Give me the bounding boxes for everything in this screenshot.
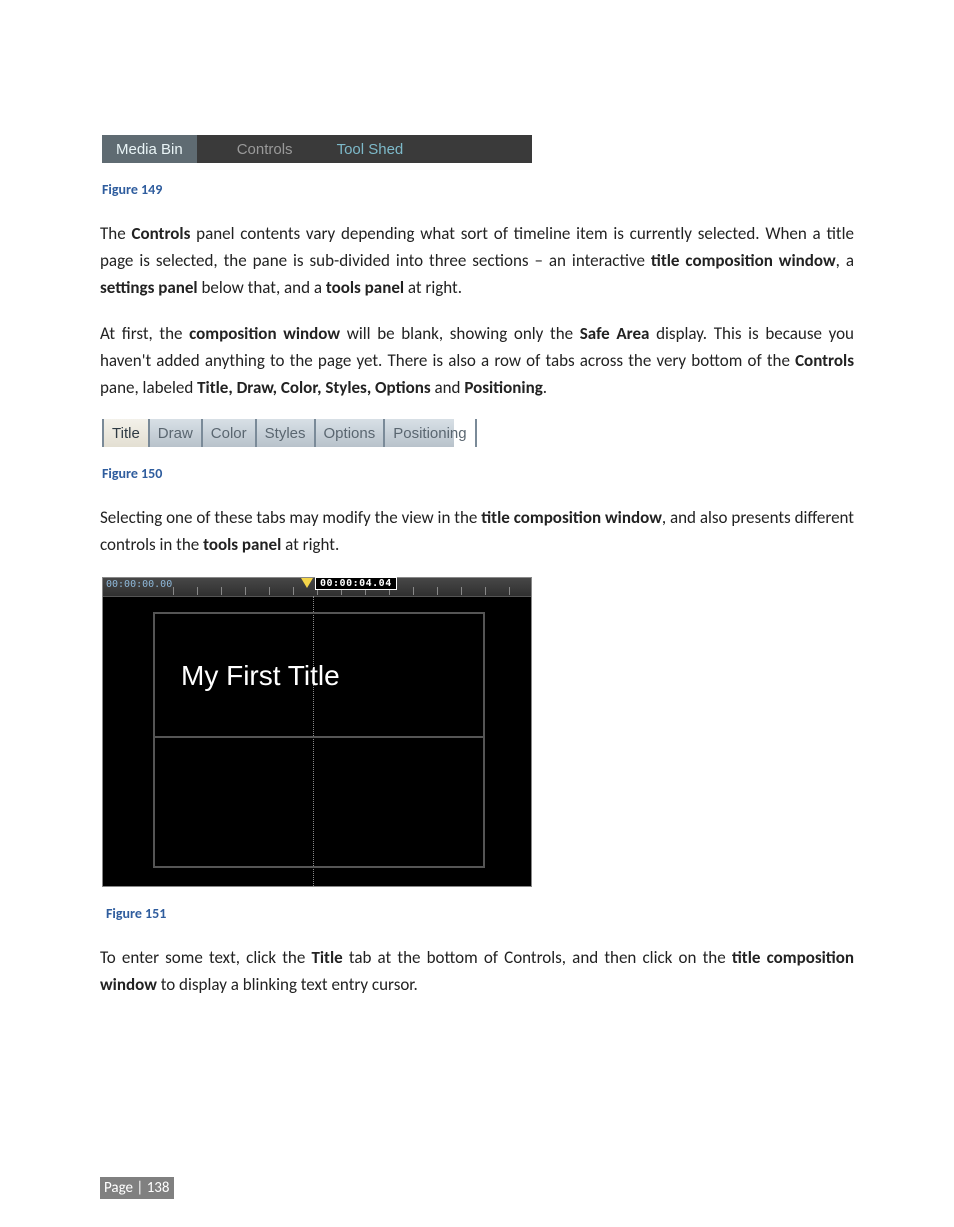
composition-window-screenshot: 00:00:00.00 00:00:04.04 My First Title [102, 577, 532, 887]
title-text: My First Title [181, 660, 340, 692]
document-page: Media Bin Controls Tool Shed Figure 149 … [0, 0, 954, 1227]
page-number: Page | 138 [100, 1177, 174, 1199]
playhead: 00:00:04.04 [301, 577, 397, 590]
bottom-tab-color: Color [203, 419, 257, 447]
paragraph-1: The Controls panel contents vary dependi… [100, 220, 854, 302]
figure-149-label: Figure 149 [102, 181, 854, 198]
bottom-tabs-screenshot: Title Draw Color Styles Options Position… [102, 419, 454, 447]
timeline-ruler: 00:00:00.00 00:00:04.04 [103, 578, 531, 597]
paragraph-4: To enter some text, click the Title tab … [100, 944, 854, 998]
paragraph-3: Selecting one of these tabs may modify t… [100, 504, 854, 558]
safe-area-midline [153, 736, 485, 738]
playhead-marker-icon [301, 578, 313, 588]
bottom-tab-draw: Draw [150, 419, 203, 447]
top-tabs-screenshot: Media Bin Controls Tool Shed [102, 135, 532, 163]
tab-media-bin: Media Bin [102, 135, 197, 163]
tab-tool-shed: Tool Shed [307, 135, 418, 163]
bottom-tab-positioning: Positioning [385, 419, 476, 447]
tab-controls: Controls [197, 135, 307, 163]
paragraph-2: At first, the composition window will be… [100, 320, 854, 402]
timecode-current: 00:00:04.04 [315, 577, 397, 590]
timecode-start: 00:00:00.00 [106, 579, 172, 590]
figure-150-label: Figure 150 [102, 465, 854, 482]
figure-151-label: Figure 151 [106, 905, 854, 922]
page-footer: Page | 138 [100, 1177, 174, 1199]
bottom-tab-styles: Styles [257, 419, 316, 447]
bottom-tab-title: Title [104, 419, 150, 447]
safe-area-box [153, 612, 485, 868]
bottom-tab-options: Options [316, 419, 386, 447]
